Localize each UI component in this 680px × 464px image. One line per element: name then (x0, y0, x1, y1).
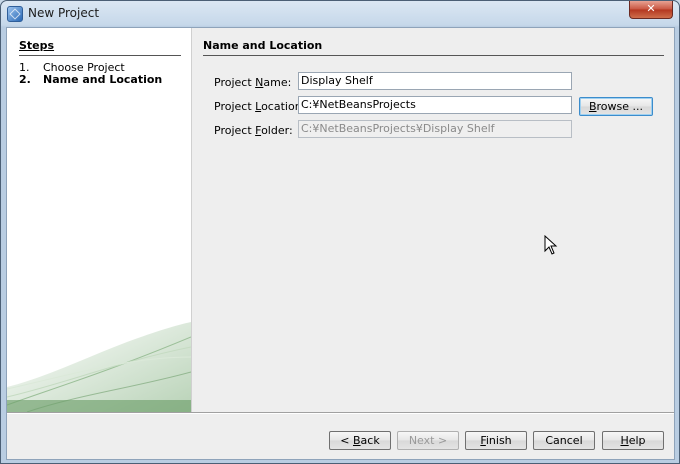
panel-divider (191, 28, 192, 412)
steps-panel: Steps 1. Choose Project 2. Name and Locati… (7, 28, 191, 412)
next-button: Next > (397, 431, 459, 450)
cancel-button[interactable]: Cancel (533, 431, 595, 450)
finish-button[interactable]: Finish (465, 431, 527, 450)
help-button[interactable]: Help (602, 431, 664, 450)
dialog-body: Steps 1. Choose Project 2. Name and Locati… (6, 27, 675, 460)
new-project-dialog: New Project ✕ Steps 1. Choose Project 2. N… (0, 0, 680, 464)
step-number: 2. (19, 73, 31, 86)
step-label: Name and Location (43, 73, 163, 86)
project-location-input[interactable]: C:¥NetBeansProjects (298, 96, 572, 114)
project-name-label: Project Name: (214, 76, 292, 89)
step-name-and-location: 2. Name and Location (19, 74, 162, 86)
window-title: New Project (28, 6, 100, 20)
browse-button[interactable]: Browse ... (579, 97, 653, 116)
project-name-input[interactable]: Display Shelf (298, 72, 572, 90)
mouse-pointer-icon (544, 235, 558, 255)
steps-header: Steps (19, 39, 181, 56)
netbeans-app-icon (7, 6, 23, 22)
steps-list: 1. Choose Project 2. Name and Location (19, 62, 162, 86)
back-button[interactable]: < Back (329, 431, 391, 450)
project-folder-input: C:¥NetBeansProjects¥Display Shelf (298, 120, 572, 138)
title-bar[interactable]: New Project ✕ (1, 1, 679, 27)
project-location-label: Project Location: (214, 100, 306, 113)
footer-divider-highlight (7, 413, 674, 414)
wizard-decoration (7, 322, 191, 412)
project-folder-label: Project Folder: (214, 124, 293, 137)
close-button[interactable]: ✕ (629, 1, 673, 19)
section-title: Name and Location (203, 39, 664, 56)
